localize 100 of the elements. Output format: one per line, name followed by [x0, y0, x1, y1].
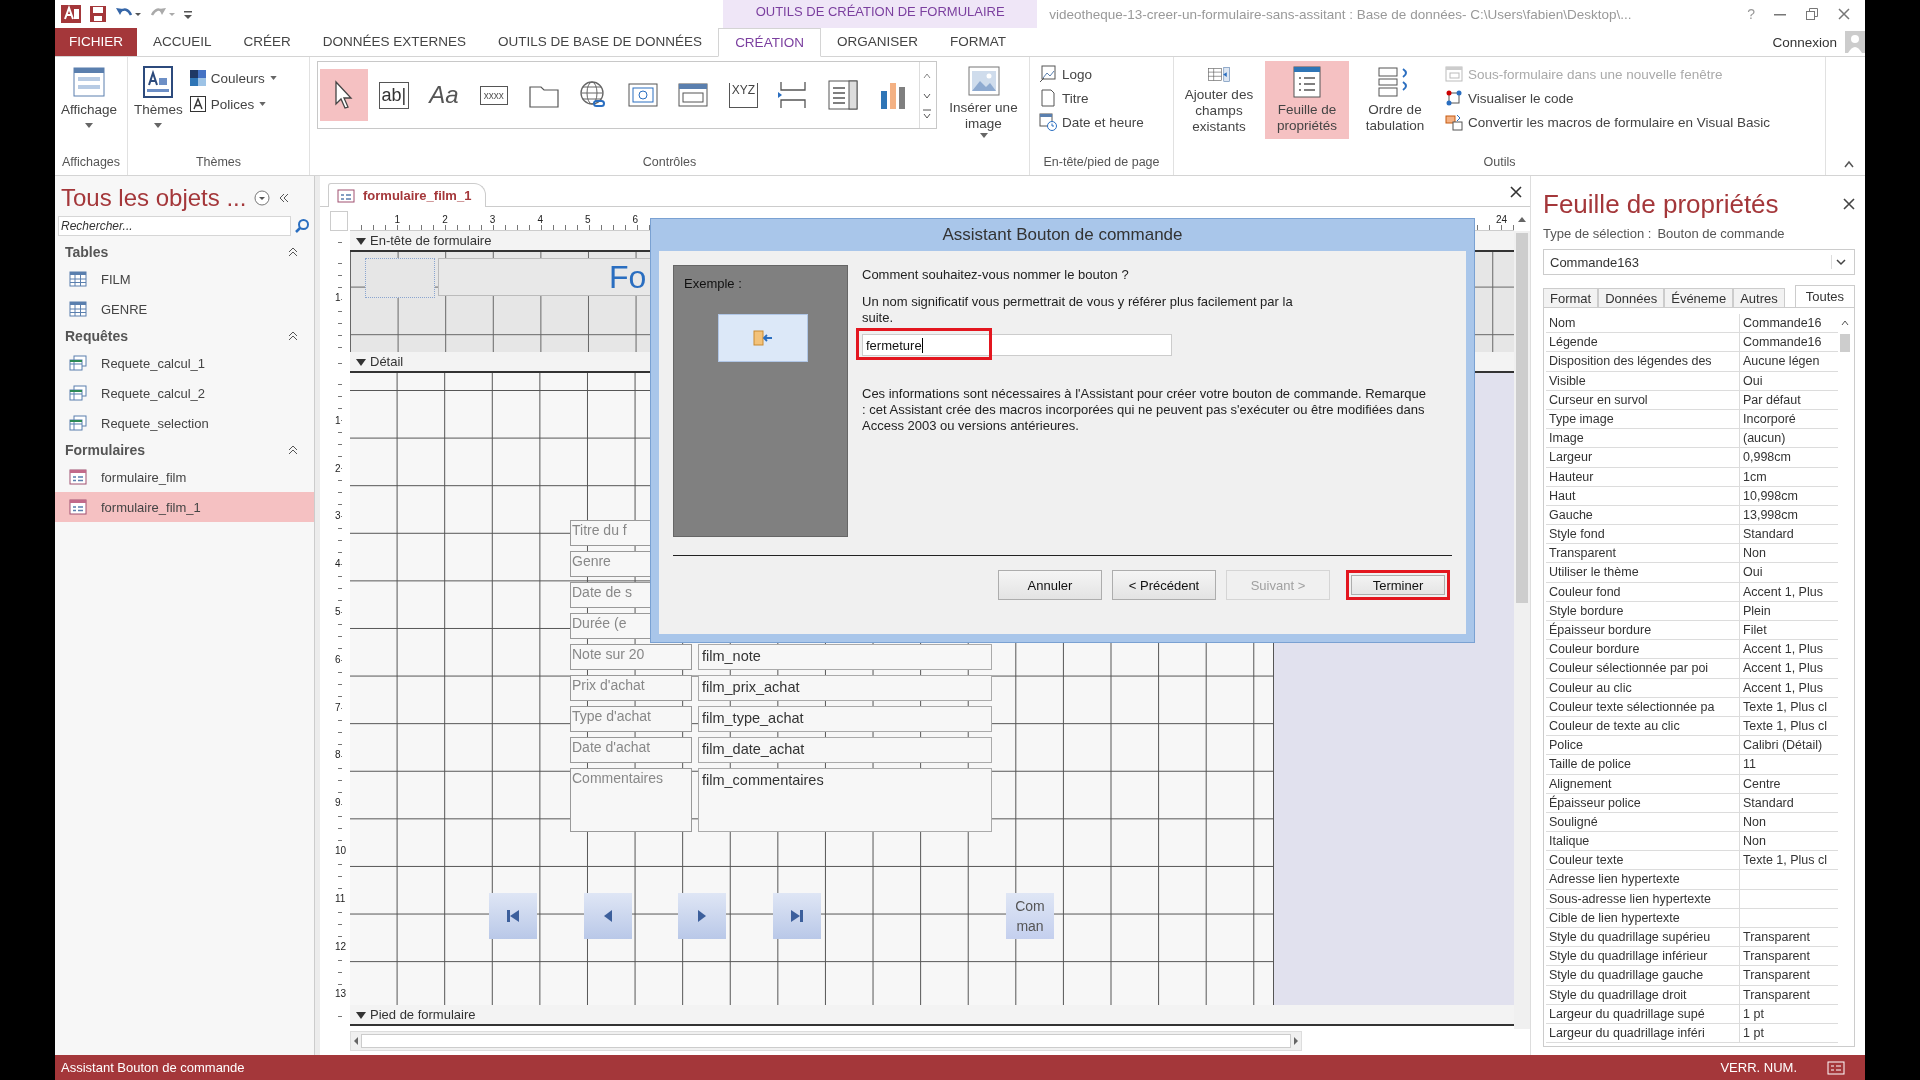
- search-icon[interactable]: [294, 218, 310, 234]
- property-value[interactable]: Non: [1740, 812, 1838, 832]
- wizard-button[interactable]: < Précédent: [1112, 570, 1216, 600]
- nav-item[interactable]: Requete_calcul_2: [55, 378, 314, 408]
- collapse-pane-icon[interactable]: [278, 192, 291, 204]
- property-value[interactable]: Transparent: [1740, 966, 1838, 985]
- ribbon-tab[interactable]: OUTILS DE BASE DE DONNÉES: [482, 28, 719, 56]
- property-value[interactable]: 1cm: [1740, 467, 1838, 486]
- property-value[interactable]: Standard: [1740, 525, 1838, 544]
- property-tab[interactable]: Autres: [1733, 288, 1785, 307]
- insert-image-button[interactable]: Insérer une image: [941, 61, 1026, 142]
- property-value[interactable]: 10,998cm: [1740, 486, 1838, 505]
- ribbon-tool-button[interactable]: Ajouter des champs existants: [1177, 61, 1261, 139]
- property-value[interactable]: Aucune légen: [1740, 352, 1838, 371]
- header-footer-button[interactable]: Titre: [1039, 87, 1144, 109]
- header-footer-button[interactable]: Logo: [1039, 63, 1144, 85]
- property-value[interactable]: Plein: [1740, 601, 1838, 620]
- nav-pane-title[interactable]: Tous les objets ...: [61, 184, 247, 212]
- form-text-box[interactable]: film_type_achat: [698, 706, 992, 732]
- sign-in-link[interactable]: Connexion: [1772, 34, 1837, 50]
- header-footer-button[interactable]: Date et heure: [1039, 111, 1144, 133]
- scrollbar-thumb[interactable]: [1840, 334, 1850, 352]
- property-value[interactable]: 1 pt: [1740, 1004, 1838, 1023]
- control-tool[interactable]: xxxx: [469, 69, 518, 121]
- property-value[interactable]: Accent 1, Plus: [1740, 582, 1838, 601]
- nav-item[interactable]: FILM: [55, 264, 314, 294]
- ribbon-tool-link[interactable]: Convertir les macros de formulaire en Visual Basic: [1445, 111, 1771, 133]
- property-value[interactable]: Commande16: [1740, 333, 1838, 352]
- colors-button[interactable]: Couleurs: [189, 67, 277, 89]
- view-button[interactable]: Affichage: [58, 61, 121, 132]
- property-value[interactable]: Accent 1, Plus: [1740, 659, 1838, 678]
- property-value[interactable]: Non: [1740, 832, 1838, 851]
- property-value[interactable]: (aucun): [1740, 429, 1838, 448]
- property-value[interactable]: Accent 1, Plus: [1740, 678, 1838, 697]
- ribbon-tab[interactable]: DONNÉES EXTERNES: [306, 28, 483, 56]
- document-tab[interactable]: formulaire_film_1: [328, 183, 487, 207]
- nav-group-header[interactable]: Requêtes: [55, 324, 314, 348]
- ribbon-tab[interactable]: FICHIER: [55, 28, 137, 56]
- object-dropdown[interactable]: Commande163: [1543, 249, 1855, 275]
- ribbon-tool-link[interactable]: Visualiser le code: [1445, 87, 1771, 109]
- button-name-field[interactable]: fermeture: [862, 334, 1172, 356]
- fonts-button[interactable]: Polices: [189, 93, 277, 115]
- property-value[interactable]: Incorporé: [1740, 409, 1838, 429]
- property-value[interactable]: 11: [1740, 755, 1838, 774]
- nav-item[interactable]: formulaire_film_1: [55, 492, 314, 522]
- nav-item[interactable]: Requete_calcul_1: [55, 348, 314, 378]
- property-value[interactable]: 13,998cm: [1740, 505, 1838, 525]
- property-value[interactable]: Transparent: [1740, 928, 1838, 947]
- form-text-box[interactable]: film_note: [698, 644, 992, 670]
- section-bar[interactable]: Pied de formulaire: [350, 1005, 1514, 1026]
- property-value[interactable]: 0,998cm: [1740, 448, 1838, 467]
- record-nav-button[interactable]: [678, 893, 726, 939]
- close-icon[interactable]: [1510, 186, 1522, 198]
- wizard-button[interactable]: Annuler: [998, 570, 1102, 600]
- collapse-ribbon-icon[interactable]: [1843, 159, 1855, 169]
- ribbon-tab[interactable]: FORMAT: [933, 28, 1022, 56]
- ribbon-tab[interactable]: ORGANISER: [820, 28, 934, 56]
- property-value[interactable]: Accent 1, Plus: [1740, 640, 1838, 659]
- property-value[interactable]: Non: [1740, 544, 1838, 563]
- property-value[interactable]: Par défaut: [1740, 390, 1838, 409]
- ribbon-tool-button[interactable]: Ordre de tabulation: [1353, 61, 1437, 139]
- property-value[interactable]: Texte 1, Plus cl: [1740, 697, 1838, 716]
- property-value[interactable]: Texte 1, Plus cl: [1740, 851, 1838, 870]
- property-value[interactable]: Filet: [1740, 621, 1838, 640]
- property-tab[interactable]: Données: [1598, 288, 1665, 307]
- nav-group-header[interactable]: Formulaires: [55, 438, 314, 462]
- property-value[interactable]: 1 pt: [1740, 1023, 1838, 1043]
- record-nav-button[interactable]: [489, 893, 537, 939]
- property-value[interactable]: Centre: [1740, 774, 1838, 793]
- ribbon-tab[interactable]: CRÉER: [227, 28, 307, 56]
- nav-group-header[interactable]: Tables: [55, 240, 314, 264]
- form-text-box[interactable]: film_date_achat: [698, 737, 992, 763]
- nav-item[interactable]: formulaire_film: [55, 462, 314, 492]
- property-tab[interactable]: Toutes: [1794, 285, 1855, 307]
- property-value[interactable]: Transparent: [1740, 985, 1838, 1004]
- wizard-button[interactable]: Terminer: [1346, 570, 1450, 600]
- scroll-up-icon[interactable]: [1839, 318, 1851, 328]
- themes-button[interactable]: Thèmes: [131, 61, 186, 132]
- collapse-group-icon[interactable]: [288, 247, 298, 257]
- nav-item[interactable]: Requete_selection: [55, 408, 314, 438]
- close-icon[interactable]: [1843, 198, 1855, 210]
- form-text-box[interactable]: film_prix_achat: [698, 675, 992, 701]
- property-value[interactable]: Oui: [1740, 371, 1838, 390]
- dropdown-icon[interactable]: [254, 190, 271, 206]
- ribbon-tab[interactable]: ACCUEIL: [137, 28, 228, 56]
- form-view-icon[interactable]: [1827, 1060, 1845, 1075]
- record-nav-button[interactable]: [583, 893, 632, 939]
- collapse-group-icon[interactable]: [288, 445, 298, 455]
- horizontal-scrollbar[interactable]: [350, 1031, 1302, 1051]
- collapse-group-icon[interactable]: [288, 331, 298, 341]
- property-value[interactable]: Oui: [1740, 563, 1838, 582]
- ribbon-tool-button[interactable]: Feuille de propriétés: [1265, 61, 1349, 139]
- control-tool[interactable]: Aa: [419, 69, 468, 121]
- access-logo-icon[interactable]: [61, 5, 81, 23]
- ribbon-tab[interactable]: CRÉATION: [718, 28, 821, 57]
- form-text-box[interactable]: film_commentaires: [698, 768, 992, 832]
- property-value[interactable]: Calibri (Détail): [1740, 736, 1838, 755]
- command-button[interactable]: Com man: [1006, 893, 1054, 939]
- save-icon[interactable]: [89, 5, 107, 23]
- control-tool[interactable]: [320, 69, 368, 121]
